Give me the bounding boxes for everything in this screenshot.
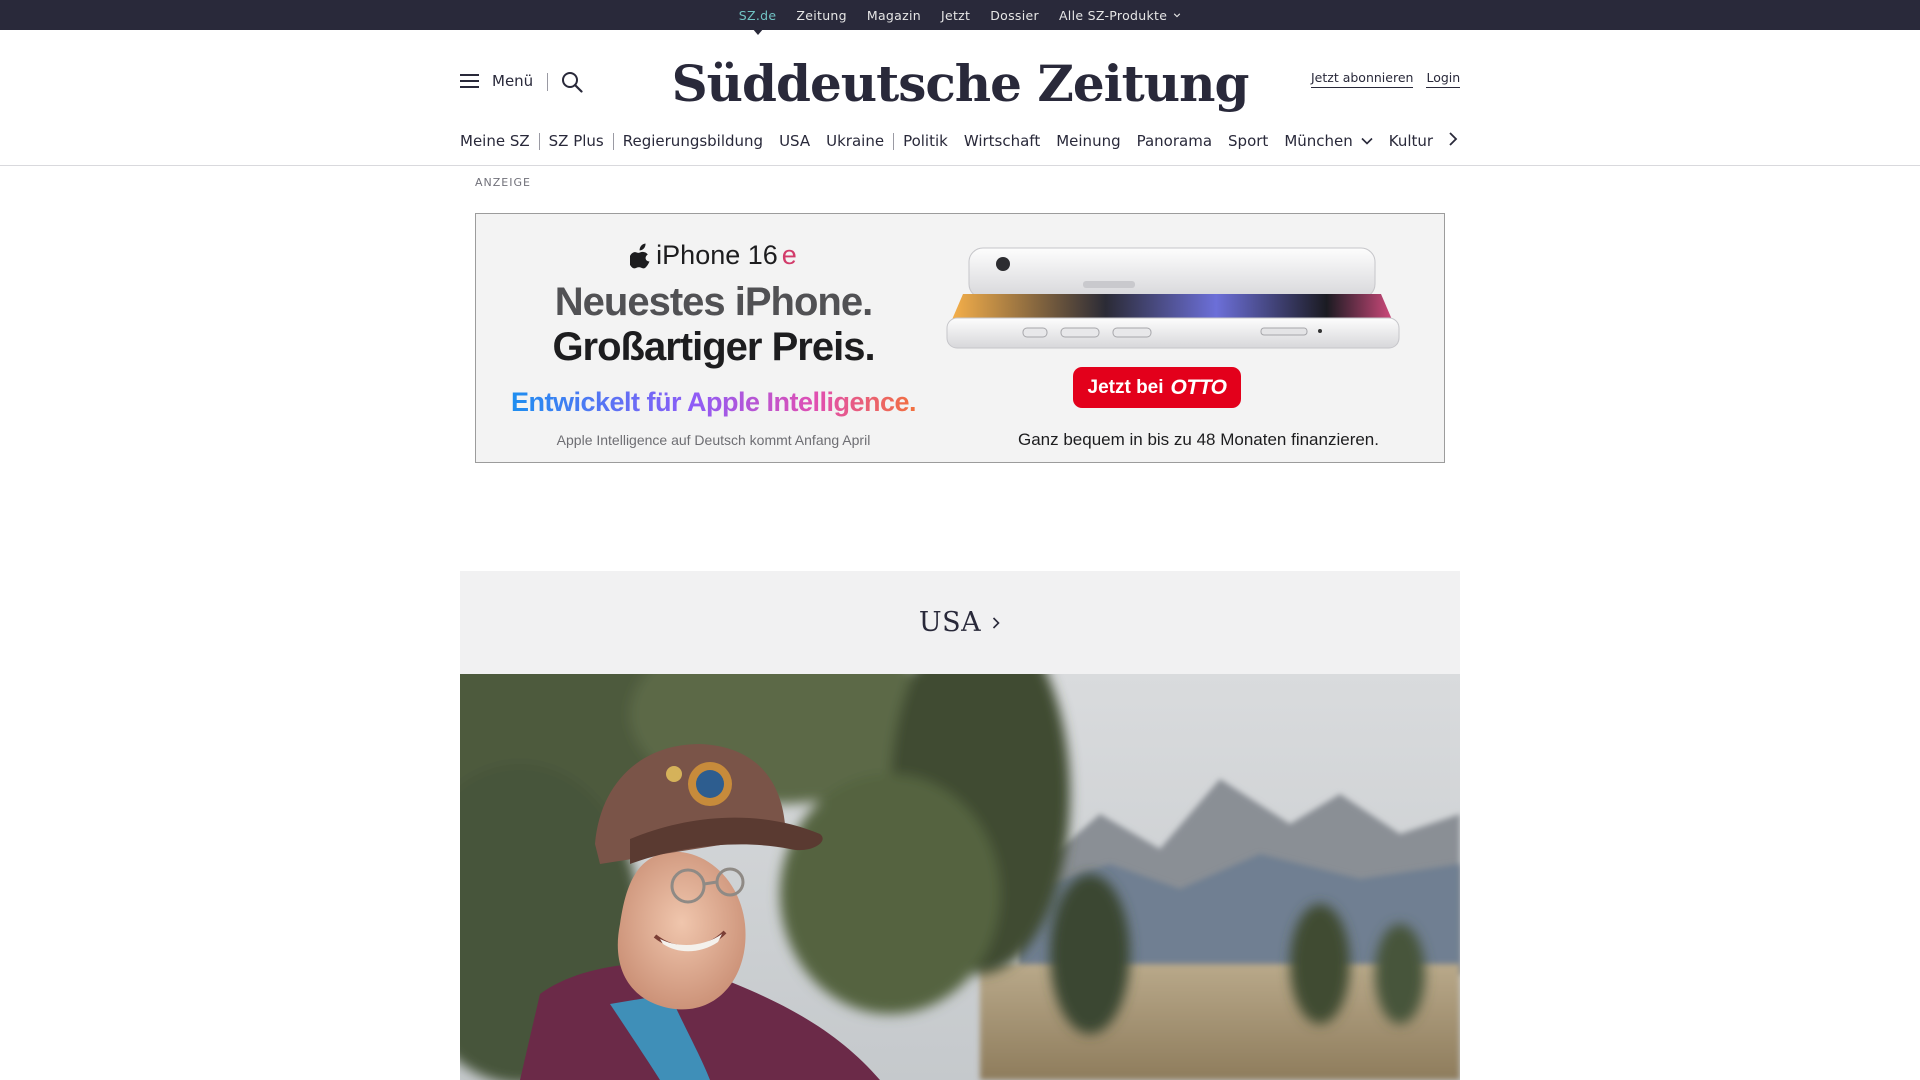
- topbar-link-szde[interactable]: SZ.de: [738, 7, 777, 35]
- otto-cta-button[interactable]: Jetzt bei OTTO: [1073, 367, 1241, 408]
- login-link[interactable]: Login: [1426, 70, 1461, 88]
- nav-item-label: Regierungsbildung: [622, 132, 764, 150]
- top-product-links: SZ.de Zeitung Magazin Jetzt Dossier Alle…: [0, 0, 1920, 35]
- nav-item-regierungsbildung[interactable]: Regierungsbildung: [623, 132, 763, 150]
- nav-scroll-right-button[interactable]: [1448, 131, 1458, 152]
- topbar-link-all-products[interactable]: Alle SZ-Produkte: [1059, 8, 1181, 23]
- nav-item-panorama[interactable]: Panorama: [1137, 132, 1212, 150]
- nav-item-meine-sz[interactable]: Meine SZ: [460, 132, 530, 150]
- subscribe-link[interactable]: Jetzt abonnieren: [1311, 70, 1414, 88]
- nav-item-sz-plus[interactable]: SZ Plus: [549, 132, 604, 150]
- section-title: USA: [918, 607, 982, 638]
- ad-headline: Neuestes iPhone. Großartiger Preis.: [476, 280, 951, 370]
- ad-finance-text: Ganz bequem in bis zu 48 Monaten finanzi…: [1017, 430, 1379, 449]
- ad-image-column: Jetzt bei OTTO Ganz bequem in bis zu 48 …: [946, 214, 1444, 462]
- ad-intelligence-text: Entwickelt für Apple Intelligence.: [511, 387, 916, 417]
- search-icon: [562, 72, 583, 93]
- hamburger-icon: [460, 74, 479, 88]
- iphone-product-image: [946, 247, 1400, 349]
- nav-item-label: Meinung: [1056, 132, 1121, 150]
- nav-item-label: Panorama: [1136, 132, 1213, 150]
- ad-headline-line-2: Großartiger Preis.: [552, 325, 875, 369]
- chevron-right-icon: [993, 616, 1000, 629]
- topbar-link-label: Zeitung: [796, 7, 847, 23]
- chevron-down-icon: [1361, 137, 1373, 145]
- topbar-link-label: SZ.de: [738, 7, 777, 23]
- ad-headline-line-1: Neuestes iPhone.: [554, 280, 873, 324]
- nav-item-label: Sport: [1228, 132, 1269, 150]
- nav-item-label: Wirtschaft: [963, 132, 1041, 150]
- chevron-down-icon: [1174, 13, 1181, 18]
- nav-item-label: Meine SZ: [460, 132, 530, 150]
- nav-item-kultur[interactable]: Kultur: [1389, 132, 1433, 150]
- topbar-link-magazin[interactable]: Magazin: [867, 8, 921, 23]
- nav-item-politik[interactable]: Politik: [903, 132, 948, 150]
- apple-logo-icon: [630, 243, 650, 268]
- nav-item-usa[interactable]: USA: [779, 132, 810, 150]
- hero-photo-elderly-man: [460, 674, 1460, 1080]
- site-header: Menü Süddeutsche Zeitung Jetzt abonniere…: [0, 30, 1920, 166]
- advertisement-banner[interactable]: iPhone 16 e Neuestes iPhone. Großartiger …: [475, 213, 1445, 463]
- chevron-right-icon: [1449, 132, 1458, 146]
- nav-divider: [538, 132, 540, 150]
- topbar-link-label: Jetzt: [941, 7, 971, 23]
- account-links: Jetzt abonnieren Login: [1311, 70, 1461, 88]
- nav-item-label: Kultur: [1388, 132, 1434, 150]
- otto-logo: OTTO: [1170, 375, 1227, 399]
- section-nav: Meine SZ SZ Plus Regierungsbildung USA U…: [460, 129, 1460, 153]
- topbar-link-label: Alle SZ-Produkte: [1058, 7, 1168, 23]
- section-header-usa[interactable]: USA: [460, 571, 1460, 674]
- nav-divider: [612, 132, 614, 150]
- topbar-link-zeitung[interactable]: Zeitung: [796, 8, 847, 23]
- ad-footnote: Apple Intelligence auf Deutsch kommt Anf…: [556, 432, 871, 448]
- nav-item-sport[interactable]: Sport: [1228, 132, 1268, 150]
- ad-intelligence-gradient-text: Entwickelt für Apple Intelligence.: [511, 387, 917, 417]
- article-hero-image[interactable]: [460, 674, 1460, 1080]
- nav-item-label: SZ Plus: [548, 132, 604, 150]
- ad-brand: iPhone 16 e: [476, 240, 951, 271]
- ad-text-column: iPhone 16 e Neuestes iPhone. Großartiger …: [476, 214, 951, 462]
- ad-brand-suffix: e: [781, 240, 797, 270]
- nav-item-label: München: [1284, 132, 1353, 150]
- nav-item-label: USA: [779, 132, 811, 150]
- topbar-link-jetzt[interactable]: Jetzt: [941, 8, 970, 23]
- nav-item-meinung[interactable]: Meinung: [1056, 132, 1120, 150]
- top-product-bar: SZ.de Zeitung Magazin Jetzt Dossier Alle…: [0, 0, 1920, 35]
- nav-divider: [893, 132, 895, 150]
- ad-label: ANZEIGE: [475, 176, 531, 189]
- search-button[interactable]: [561, 71, 583, 98]
- menu-label: Menü: [492, 72, 534, 90]
- nav-item-ukraine[interactable]: Ukraine: [826, 132, 884, 150]
- divider: [547, 73, 548, 91]
- ad-brand-name: iPhone 16: [656, 240, 778, 270]
- otto-cta-prefix: Jetzt bei: [1087, 376, 1164, 398]
- topbar-link-label: Magazin: [866, 7, 921, 23]
- site-logo[interactable]: Süddeutsche Zeitung: [672, 48, 1250, 118]
- topbar-link-label: Dossier: [990, 7, 1039, 23]
- nav-item-muenchen[interactable]: München: [1284, 132, 1373, 150]
- nav-item-wirtschaft[interactable]: Wirtschaft: [964, 132, 1040, 150]
- topbar-link-dossier[interactable]: Dossier: [990, 8, 1039, 23]
- menu-button[interactable]: Menü: [460, 72, 533, 90]
- nav-item-label: Politik: [903, 132, 948, 150]
- ad-intelligence-tagline: Entwickelt für Apple Intelligence.: [476, 384, 951, 427]
- nav-item-label: Ukraine: [826, 132, 885, 150]
